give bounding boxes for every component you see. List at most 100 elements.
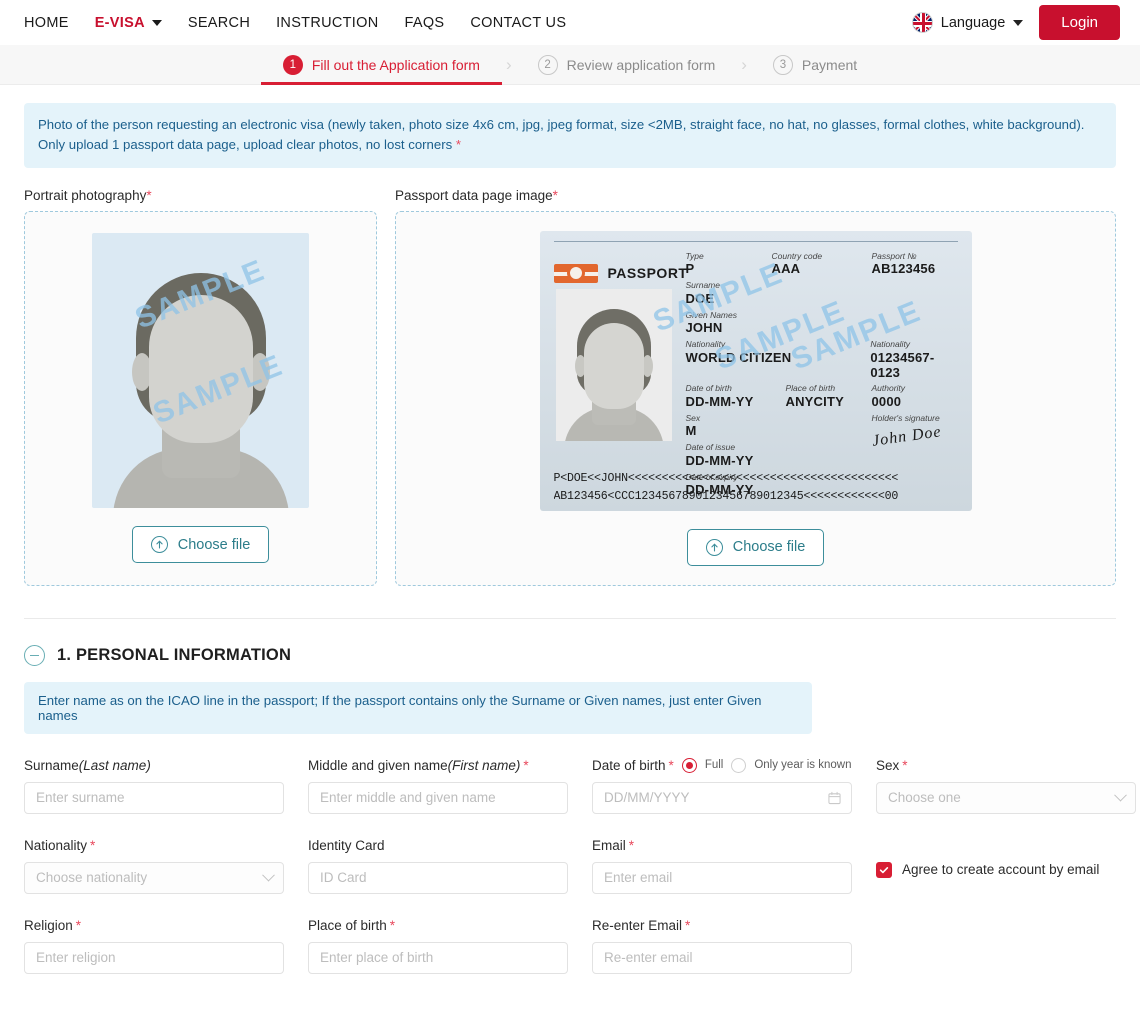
passport-choose-file-button[interactable]: Choose file	[686, 528, 825, 566]
nav-item-home[interactable]: HOME	[24, 15, 69, 31]
personal-information-header: 1. PERSONAL INFORMATION	[24, 644, 1116, 666]
step-fill-application-form[interactable]: 1 Fill out the Application form	[260, 45, 503, 85]
sex-placeholder: Choose one	[888, 790, 961, 806]
required-mark: *	[389, 917, 396, 933]
radio-label-dob-year-only: Only year is known	[754, 759, 852, 772]
place-of-birth-placeholder: Enter place of birth	[320, 950, 434, 966]
radio-dob-full[interactable]	[681, 757, 697, 773]
nav-item-evisa-label[interactable]: E-VISA	[95, 15, 145, 31]
mrz-line-1: P<DOE<<JOHN<<<<<<<<<<<<<<<<<<<<<<<<<<<<<…	[553, 472, 899, 486]
pp-label-nationality: Nationality	[685, 339, 726, 350]
nav-item-instruction[interactable]: INSTRUCTION	[276, 15, 378, 31]
portrait-choose-file-label: Choose file	[177, 536, 251, 553]
email-input[interactable]: Enter email	[592, 861, 852, 894]
notice-line-1: Photo of the person requesting an electr…	[38, 117, 1085, 132]
field-label-surname: Surname (Last name)	[24, 756, 284, 775]
field-given-name: Middle and given name (First name) * Ente…	[308, 756, 568, 814]
pp-value-place-of-birth: ANYCITY	[785, 393, 844, 409]
login-button[interactable]: Login	[1039, 5, 1120, 40]
required-mark: *	[685, 917, 691, 933]
nationality-placeholder: Choose nationality	[36, 870, 148, 886]
step-number-2: 2	[537, 54, 558, 75]
given-name-placeholder: Enter middle and given name	[320, 790, 496, 806]
calendar-icon[interactable]	[828, 791, 841, 804]
identity-card-input[interactable]: ID Card	[308, 861, 568, 894]
field-reenter-email: Re-enter Email * Re-enter email	[592, 916, 852, 974]
agree-create-account-row[interactable]: Agree to create account by email	[876, 861, 1136, 878]
field-label-sex: Sex *	[876, 756, 1136, 775]
field-surname: Surname (Last name) Enter surname	[24, 756, 284, 814]
form-row-2: Nationality * Choose nationality Identity…	[24, 836, 1116, 894]
portrait-label-text: Portrait photography	[24, 187, 147, 203]
step-payment[interactable]: 3 Payment	[751, 45, 879, 85]
minus-circle-icon[interactable]	[24, 644, 45, 666]
portrait-choose-file-button[interactable]: Choose file	[131, 526, 270, 564]
step-number-3: 3	[772, 54, 793, 75]
field-nationality: Nationality * Choose nationality	[24, 836, 284, 894]
agree-checkbox-label: Agree to create account by email	[902, 862, 1100, 878]
field-place-of-birth: Place of birth * Enter place of birth	[308, 916, 568, 974]
portrait-dropzone[interactable]: SAMPLE SAMPLE Choose file	[24, 210, 377, 586]
surname-input[interactable]: Enter surname	[24, 781, 284, 814]
nav-item-evisa[interactable]: E-VISA	[95, 15, 162, 31]
pp-value-nationality: WORLD CITIZEN	[685, 349, 792, 365]
step-review-application-form[interactable]: 2 Review application form	[516, 45, 738, 85]
pp-label-sex: Sex	[685, 412, 701, 423]
pp-value-given-names: JOHN	[685, 320, 723, 336]
religion-placeholder: Enter religion	[36, 950, 116, 966]
pp-value-country-code: AAA	[771, 261, 801, 277]
date-of-birth-input[interactable]: DD/MM/YYYY	[592, 781, 852, 814]
nationality-select[interactable]: Choose nationality	[24, 861, 284, 894]
agree-checkbox[interactable]	[876, 861, 892, 878]
surname-placeholder: Enter surname	[36, 790, 125, 806]
upload-circle-icon	[150, 536, 168, 554]
notice-line-2: Only upload 1 passport data page, upload…	[38, 137, 453, 153]
step-label-2: Review application form	[566, 56, 716, 73]
passport-dropzone[interactable]: PASSPORT Type P Country code AAA Passpor…	[395, 210, 1116, 586]
place-of-birth-input[interactable]: Enter place of birth	[308, 941, 568, 974]
form-row-3: Religion * Enter religion Place of birth *…	[24, 916, 1116, 974]
pp-label-given-names: Given Names	[685, 309, 738, 320]
pp-value-holders-signature: John Doe	[870, 423, 943, 451]
step-separator-icon: ›	[741, 55, 747, 74]
field-label-email: Email *	[592, 836, 852, 855]
field-agree-create-account: Agree to create account by email	[876, 836, 1136, 894]
reenter-email-placeholder: Re-enter email	[604, 950, 693, 966]
step-number-1: 1	[282, 54, 303, 75]
upload-circle-icon	[705, 538, 723, 556]
section-divider	[24, 617, 1116, 619]
photo-requirements-notice: Photo of the person requesting an electr…	[24, 103, 1116, 168]
given-name-input[interactable]: Enter middle and given name	[308, 781, 568, 814]
step-label-3: Payment	[801, 56, 858, 73]
field-row3-spacer	[876, 916, 1136, 974]
pp-label-nationality-no: Nationality	[870, 339, 911, 350]
radio-dob-year-only[interactable]	[731, 757, 747, 773]
language-label: Language	[940, 14, 1006, 31]
language-selector[interactable]: Language	[911, 12, 1024, 33]
passport-emblem-icon	[553, 263, 598, 283]
religion-input[interactable]: Enter religion	[24, 941, 284, 974]
pp-label-type: Type	[685, 250, 704, 261]
progress-stepper: 1 Fill out the Application form › 2 Revi…	[0, 45, 1140, 85]
pp-value-sex: M	[685, 423, 697, 439]
chevron-down-icon	[151, 19, 162, 26]
portrait-sample-image: SAMPLE SAMPLE	[92, 233, 309, 509]
required-mark: *	[75, 917, 82, 933]
nav-item-search[interactable]: SEARCH	[188, 15, 250, 31]
step-separator-icon: ›	[505, 55, 512, 74]
pp-value-date-of-birth: DD-MM-YY	[685, 393, 754, 409]
label-text: Re-enter Email	[592, 917, 683, 933]
pp-value-nationality-no: 01234567-0123	[870, 349, 935, 380]
pp-label-surname: Surname	[685, 280, 721, 291]
nav-links: HOME E-VISA SEARCH INSTRUCTION FAQS CONT…	[24, 15, 566, 31]
nav-item-contact-us[interactable]: CONTACT US	[470, 15, 566, 31]
reenter-email-input[interactable]: Re-enter email	[592, 941, 852, 974]
sex-select[interactable]: Choose one	[876, 781, 1136, 814]
label-text: Place of birth	[308, 917, 387, 933]
nav-item-faqs[interactable]: FAQS	[404, 15, 444, 31]
label-text: Email	[592, 837, 626, 853]
passport-upload-label: Passport data page image*	[395, 188, 1116, 203]
required-mark: *	[523, 757, 529, 773]
date-of-birth-placeholder: DD/MM/YYYY	[604, 790, 690, 806]
label-text: Nationality	[24, 837, 88, 853]
